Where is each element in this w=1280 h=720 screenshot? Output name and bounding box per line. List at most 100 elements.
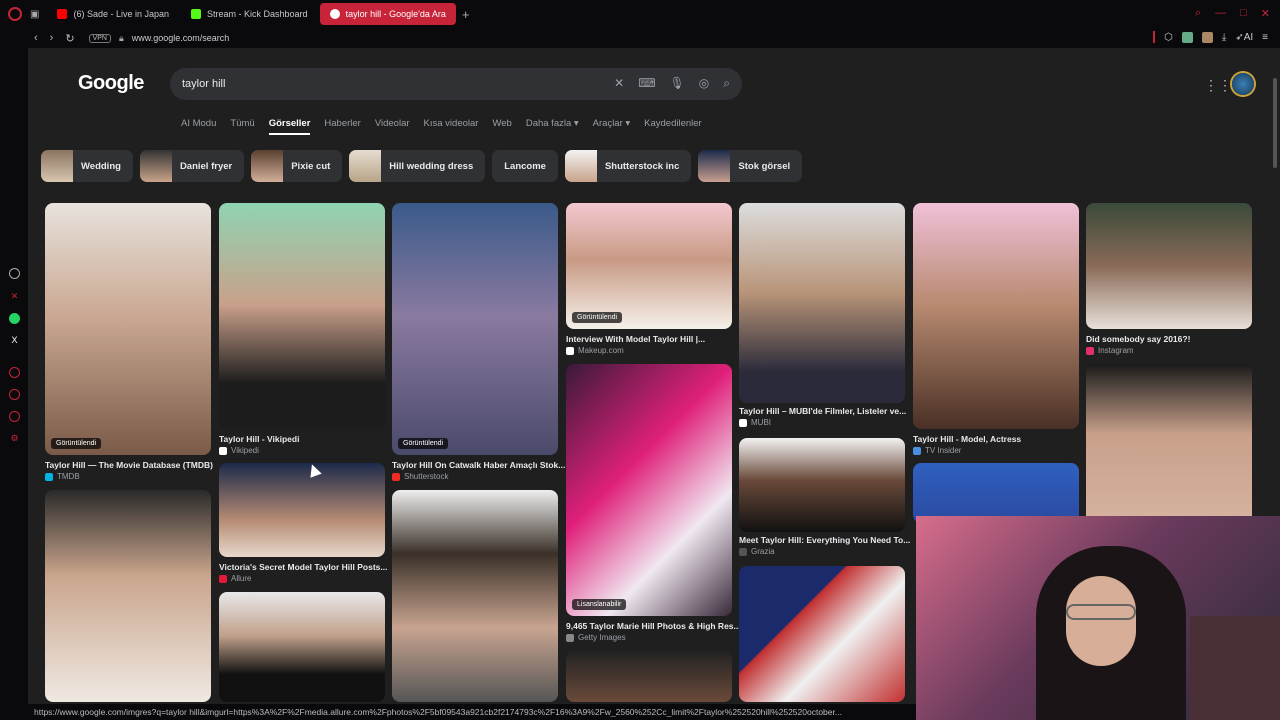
- result-source[interactable]: Allure: [219, 574, 251, 583]
- result-caption[interactable]: Meet Taylor Hill: Everything You Need To…: [739, 535, 910, 545]
- chip-hill-wedding-dress[interactable]: Hill wedding dress: [349, 150, 486, 182]
- tab-ai-mode[interactable]: AI Modu: [181, 118, 216, 135]
- lens-icon[interactable]: ◎: [699, 76, 709, 91]
- scrollbar-thumb[interactable]: [1273, 78, 1277, 168]
- result-source[interactable]: Makeup.com: [566, 346, 624, 355]
- opera-logo-icon[interactable]: [8, 7, 22, 21]
- tab-news[interactable]: Haberler: [324, 118, 360, 135]
- image-result-pixie[interactable]: [392, 490, 558, 702]
- profile-icon[interactable]: [1201, 31, 1213, 43]
- chatgpt-icon[interactable]: [9, 268, 20, 279]
- tab-kick[interactable]: Stream - Kick Dashboard: [181, 3, 318, 25]
- tabs-icon[interactable]: ▣: [30, 9, 39, 20]
- url-field[interactable]: www.google.com/search: [132, 33, 230, 43]
- keyboard-icon[interactable]: ⌨: [638, 76, 655, 91]
- chip-daniel-fryer[interactable]: Daniel fryer: [139, 150, 245, 182]
- tab-images[interactable]: Görseller: [269, 118, 311, 135]
- image-result-grazia[interactable]: [739, 438, 905, 532]
- image-result-tvinsider[interactable]: [913, 203, 1079, 429]
- search-icon[interactable]: ⌕: [723, 76, 730, 91]
- chip-label: Daniel fryer: [179, 160, 233, 172]
- ai-button[interactable]: ➶AI: [1235, 32, 1253, 43]
- tab-short-videos[interactable]: Kısa videolar: [424, 118, 479, 135]
- result-caption[interactable]: Interview With Model Taylor Hill |...: [566, 334, 705, 344]
- result-source[interactable]: TV Insider: [913, 446, 961, 455]
- image-result-makeup[interactable]: Görüntülendi: [566, 203, 732, 329]
- result-source[interactable]: MUBI: [739, 418, 771, 427]
- minimize-icon[interactable]: —: [1215, 7, 1226, 20]
- menu-icon[interactable]: ≡: [1262, 32, 1268, 43]
- chip-shutterstock[interactable]: Shutterstock inc: [564, 150, 692, 182]
- result-source[interactable]: Getty Images: [566, 633, 626, 642]
- result-source[interactable]: Instagram: [1086, 346, 1134, 355]
- player-icon[interactable]: [9, 367, 20, 378]
- result-caption[interactable]: 9,465 Taylor Marie Hill Photos & High Re…: [566, 621, 741, 631]
- result-caption[interactable]: Victoria's Secret Model Taylor Hill Post…: [219, 562, 387, 572]
- image-result-blue[interactable]: [913, 463, 1079, 523]
- tab-google[interactable]: taylor hill - Google'da Ara: [319, 3, 456, 25]
- pin-icon[interactable]: ⬡: [1164, 32, 1173, 43]
- forward-icon[interactable]: ›: [50, 32, 54, 45]
- search-tabs-icon[interactable]: ⌕: [1195, 7, 1201, 20]
- image-result-flag[interactable]: [739, 566, 905, 702]
- image-result-instagram[interactable]: [1086, 203, 1252, 329]
- image-result-shutterstock[interactable]: Görüntülendi: [392, 203, 558, 455]
- x-icon[interactable]: X: [9, 335, 20, 346]
- result-source[interactable]: TMDB: [45, 472, 80, 481]
- account-avatar[interactable]: [1230, 71, 1256, 97]
- tab-videos[interactable]: Videolar: [375, 118, 410, 135]
- result-caption[interactable]: Taylor Hill — The Movie Database (TMDB): [45, 460, 213, 470]
- image-result-allure[interactable]: [219, 463, 385, 557]
- vpn-badge[interactable]: VPN: [88, 33, 111, 43]
- result-caption[interactable]: Taylor Hill - Model, Actress: [913, 434, 1021, 444]
- background-shelf: [1190, 616, 1280, 720]
- aria-icon[interactable]: ✕: [9, 291, 20, 302]
- search-input[interactable]: taylor hill ✕ ⌨ 🎙︎ ◎ ⌕: [170, 68, 742, 100]
- image-result-getty[interactable]: Lisanslanabilir: [566, 364, 732, 616]
- tab-tools[interactable]: Araçlar ▾: [593, 118, 631, 135]
- lock-icon[interactable]: 🔒︎: [119, 33, 124, 44]
- source-label: Grazia: [751, 547, 775, 556]
- pinboard-icon[interactable]: [9, 411, 20, 422]
- microphone-icon[interactable]: 🎙︎: [670, 76, 685, 91]
- image-result-couple[interactable]: [219, 592, 385, 702]
- settings-icon[interactable]: ⚙: [9, 433, 20, 444]
- result-caption[interactable]: Taylor Hill On Catwalk Haber Amaçlı Stok…: [392, 460, 565, 470]
- extension-icon[interactable]: [1181, 31, 1193, 43]
- download-icon[interactable]: ⤓: [1222, 32, 1226, 43]
- image-result-more[interactable]: [566, 651, 732, 702]
- tab-saved[interactable]: Kaydedilenler: [644, 118, 702, 135]
- reload-icon[interactable]: ↻: [65, 32, 74, 45]
- image-result-mubi[interactable]: [739, 203, 905, 403]
- tab-web[interactable]: Web: [492, 118, 511, 135]
- history-icon[interactable]: [9, 389, 20, 400]
- tab-sade[interactable]: (6) Sade - Live in Japan: [47, 3, 179, 25]
- maximize-icon[interactable]: □: [1240, 7, 1247, 20]
- result-source[interactable]: Grazia: [739, 547, 775, 556]
- image-result-vikipedi[interactable]: [219, 203, 385, 429]
- result-caption[interactable]: Taylor Hill - Vikipedi: [219, 434, 299, 444]
- google-logo[interactable]: Google: [78, 72, 144, 95]
- chip-lancome[interactable]: Lancome: [492, 150, 558, 182]
- close-icon[interactable]: ✕: [1261, 7, 1270, 20]
- result-source[interactable]: Shutterstock: [392, 472, 448, 481]
- chip-label: Hill wedding dress: [389, 160, 474, 172]
- result-caption[interactable]: Taylor Hill – MUBI'de Filmler, Listeler …: [739, 406, 906, 416]
- back-icon[interactable]: ‹: [34, 32, 38, 45]
- whatsapp-icon[interactable]: [9, 313, 20, 324]
- chip-wedding[interactable]: Wedding: [41, 150, 133, 182]
- image-result-wedding[interactable]: [45, 490, 211, 702]
- image-result-tmdb[interactable]: Görüntülendi: [45, 203, 211, 455]
- source-label: Allure: [231, 574, 252, 583]
- new-tab-button[interactable]: +: [462, 7, 470, 22]
- source-label: MUBI: [751, 418, 771, 427]
- result-caption[interactable]: Did somebody say 2016?!: [1086, 334, 1190, 344]
- tab-more[interactable]: Daha fazla ▾: [526, 118, 579, 135]
- source-label: Getty Images: [578, 633, 626, 642]
- chip-stock-image[interactable]: Stok görsel: [698, 150, 803, 182]
- chip-pixie-cut[interactable]: Pixie cut: [251, 150, 343, 182]
- viewed-badge: Görüntülendi: [398, 438, 449, 449]
- tab-all[interactable]: Tümü: [230, 118, 254, 135]
- result-source[interactable]: Vikipedi: [219, 446, 259, 455]
- clear-icon[interactable]: ✕: [614, 76, 624, 91]
